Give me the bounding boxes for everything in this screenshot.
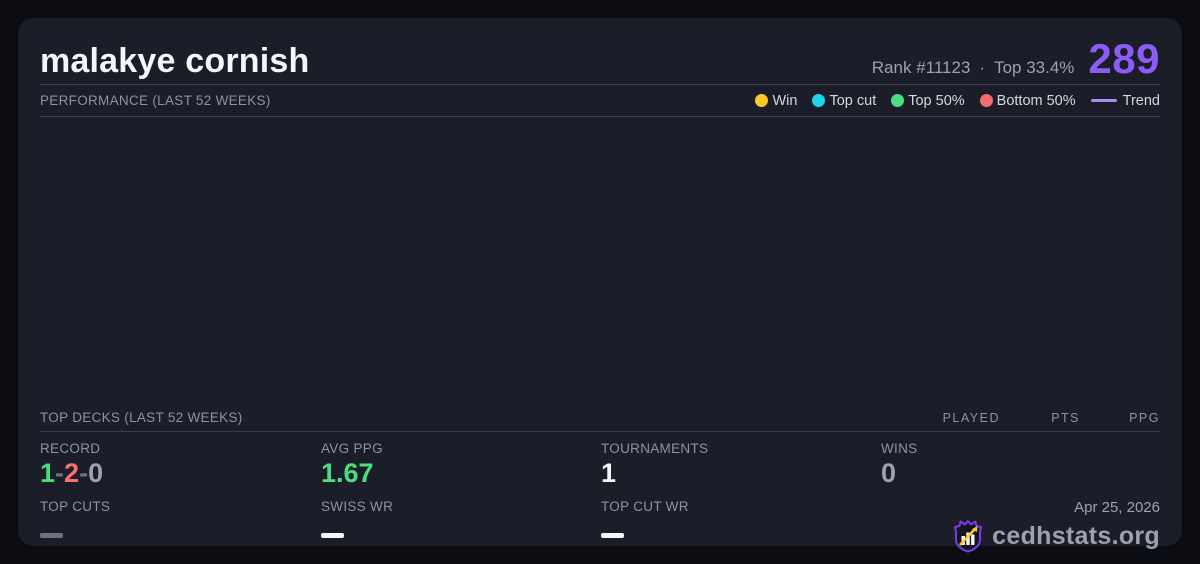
chart-legend: Win Top cut Top 50% Bottom 50% Trend bbox=[755, 93, 1160, 109]
performance-header: PERFORMANCE (LAST 52 WEEKS) Win Top cut … bbox=[40, 85, 1160, 117]
cedhstats-shield-logo-icon bbox=[954, 520, 983, 553]
top-cut-dot-icon bbox=[812, 94, 826, 107]
top-decks-header: TOP DECKS (LAST 52 WEEKS) PLAYED PTS PPG bbox=[40, 404, 1160, 432]
legend-label: Top 50% bbox=[908, 92, 965, 109]
stat-label: RECORD bbox=[40, 441, 101, 456]
top-cut-wr-empty-value bbox=[601, 533, 624, 538]
top-cuts-empty-value bbox=[40, 533, 63, 538]
trend-line-icon bbox=[1090, 99, 1117, 102]
performance-title: PERFORMANCE (LAST 52 WEEKS) bbox=[40, 93, 271, 108]
swiss-wr-empty-value bbox=[321, 533, 344, 538]
rank-separator: · bbox=[979, 58, 986, 77]
brand-row: cedhstats.org bbox=[952, 519, 1160, 553]
stat-avg-ppg: AVG PPG 1.67 bbox=[321, 441, 601, 499]
record-separator: - bbox=[55, 458, 65, 488]
top-percent-label: Top 33.4% bbox=[994, 58, 1075, 77]
rank-text: Rank #11123 · Top 33.4% bbox=[872, 58, 1075, 78]
stat-tournaments: TOURNAMENTS 1 bbox=[601, 441, 881, 499]
legend-label: Bottom 50% bbox=[996, 92, 1076, 109]
branding-block: Apr 25, 2026 cedhstats.org bbox=[881, 499, 1160, 557]
points-value: 289 bbox=[1088, 35, 1160, 82]
legend-item-top-50: Top 50% bbox=[891, 92, 965, 109]
top-cuts-value-text: — bbox=[40, 538, 41, 539]
avg-ppg-value: 1.67 bbox=[321, 458, 374, 488]
stat-label: TOURNAMENTS bbox=[601, 441, 709, 456]
column-ppg: PPG bbox=[1129, 410, 1160, 425]
page-title: malakye cornish bbox=[40, 41, 310, 80]
stat-label: TOP CUT WR bbox=[601, 499, 689, 514]
card-header: malakye cornish Rank #11123 · Top 33.4% … bbox=[40, 18, 1160, 85]
performance-chart-area bbox=[40, 117, 1160, 404]
rank-summary: Rank #11123 · Top 33.4% 289 bbox=[872, 35, 1160, 82]
stat-label: SWISS WR bbox=[321, 499, 394, 514]
legend-label: Trend bbox=[1122, 92, 1160, 109]
column-pts: PTS bbox=[1051, 410, 1080, 425]
stat-wins: WINS 0 bbox=[881, 441, 1160, 499]
stat-label: AVG PPG bbox=[321, 441, 383, 456]
stat-top-cut-wr: TOP CUT WR — bbox=[601, 499, 881, 557]
legend-label: Win bbox=[772, 92, 798, 109]
top-decks-columns: PLAYED PTS PPG bbox=[920, 411, 1160, 425]
legend-label: Top cut bbox=[829, 92, 877, 109]
rank-label: Rank #11123 bbox=[871, 58, 971, 77]
top-cut-wr-value-text: — bbox=[601, 538, 602, 539]
wins-value: 0 bbox=[881, 458, 897, 488]
record-losses: 2 bbox=[64, 458, 80, 488]
stat-swiss-wr: SWISS WR — bbox=[321, 499, 601, 557]
top-decks-title: TOP DECKS (LAST 52 WEEKS) bbox=[40, 410, 243, 425]
player-stats-card: malakye cornish Rank #11123 · Top 33.4% … bbox=[18, 18, 1182, 553]
record-separator: - bbox=[79, 458, 89, 488]
record-wins: 1 bbox=[40, 458, 56, 488]
stat-record: RECORD 1-2-0 bbox=[40, 441, 321, 499]
stats-grid: RECORD 1-2-0 AVG PPG 1.67 TOURNAMENTS 1 … bbox=[40, 432, 1160, 557]
swiss-wr-value-text: — bbox=[321, 538, 322, 539]
bottom-50-dot-icon bbox=[979, 94, 993, 107]
stat-label: TOP CUTS bbox=[40, 499, 111, 514]
snapshot-date: Apr 25, 2026 bbox=[1074, 499, 1160, 516]
stat-top-cuts: TOP CUTS — bbox=[40, 499, 321, 557]
legend-item-trend: Trend bbox=[1090, 92, 1160, 109]
legend-item-top-cut: Top cut bbox=[812, 93, 876, 109]
record-value: 1-2-0 bbox=[40, 458, 321, 489]
stat-label: WINS bbox=[881, 441, 918, 456]
top-50-dot-icon bbox=[891, 94, 905, 107]
win-dot-icon bbox=[755, 94, 769, 107]
column-played: PLAYED bbox=[942, 410, 1000, 425]
tournaments-value: 1 bbox=[601, 458, 617, 488]
site-name: cedhstats.org bbox=[992, 521, 1160, 550]
legend-item-win: Win bbox=[755, 93, 797, 109]
legend-item-bottom-50: Bottom 50% bbox=[979, 92, 1076, 109]
record-draws: 0 bbox=[88, 458, 104, 488]
